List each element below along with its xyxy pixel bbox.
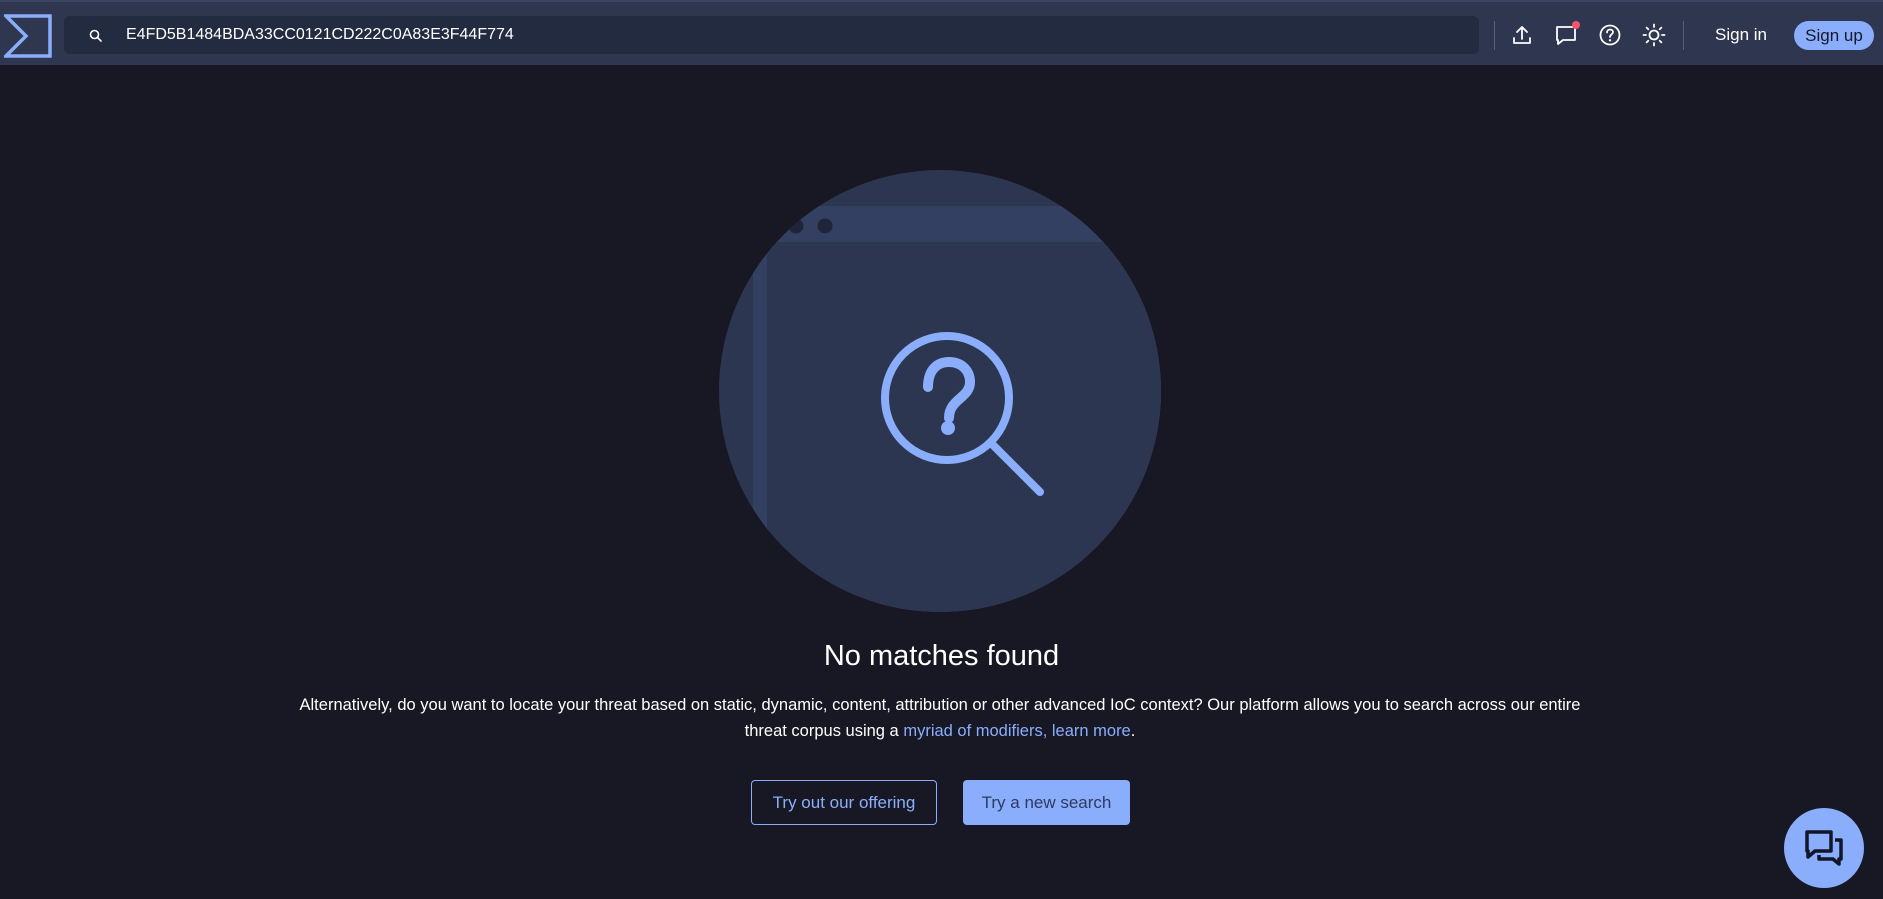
chat-support-button[interactable] [1784,808,1864,888]
description-text: Alternatively, do you want to locate you… [280,692,1600,744]
help-icon[interactable] [1597,22,1623,48]
try-offering-button[interactable]: Try out our offering [751,780,937,825]
page-title: No matches found [823,640,1060,672]
description-text-end: . [1130,722,1136,740]
top-bar: Sign in Sign up [0,0,1883,65]
logo-icon[interactable] [1,14,52,58]
toolbar-divider [1683,21,1684,50]
notification-dot [1572,21,1580,29]
sign-up-button[interactable]: Sign up [1794,21,1874,50]
chat-icon [1805,830,1843,866]
search-input[interactable] [126,16,1456,54]
toolbar-divider [1494,21,1495,50]
new-search-button[interactable]: Try a new search [963,780,1130,825]
chat-bubble-icon[interactable] [1553,21,1580,48]
search-icon [88,28,104,44]
upload-icon[interactable] [1509,22,1535,48]
search-bar[interactable] [64,16,1479,54]
no-results-illustration [719,170,1161,612]
theme-toggle-icon[interactable] [1641,22,1667,48]
sign-in-link[interactable]: Sign in [1706,21,1776,49]
modifiers-learn-more-link[interactable]: myriad of modifiers, learn more [903,722,1130,740]
